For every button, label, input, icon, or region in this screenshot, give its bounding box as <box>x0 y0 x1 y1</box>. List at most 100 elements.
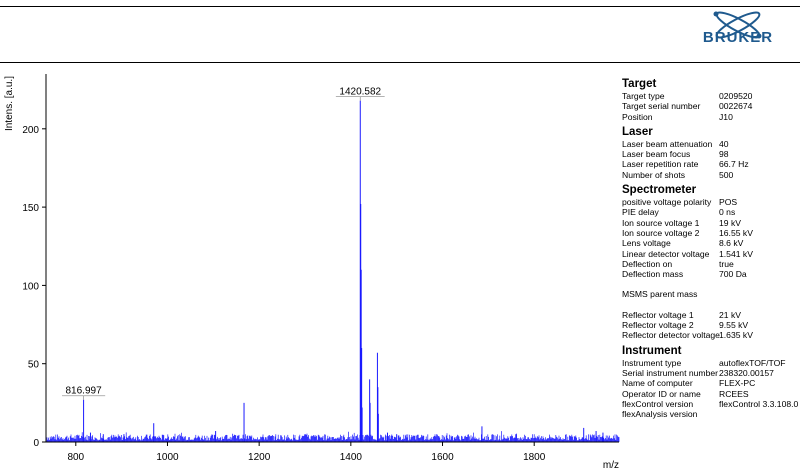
info-value: 0 ns <box>719 207 736 218</box>
info-key: Ion source voltage 2 <box>622 227 700 238</box>
info-value: autoflexTOF/TOF <box>719 357 786 368</box>
y-tick-label: 200 <box>22 125 39 136</box>
info-row: Linear detector voltage 1.541 kV <box>622 249 798 259</box>
info-value: POS <box>719 197 738 208</box>
y-axis-label: Intens. [a.u.] <box>4 76 15 131</box>
info-row: flexAnalysis version <box>622 409 798 419</box>
info-row: Reflector detector voltage 1.635 kV <box>622 330 798 340</box>
info-key: MSMS parent mass <box>622 289 698 300</box>
info-row: Position J10 <box>622 112 798 122</box>
info-key: Laser repetition rate <box>622 159 699 170</box>
info-value: 0209520 <box>719 91 753 101</box>
info-key: flexControl version <box>622 398 694 409</box>
x-tick-label: 1200 <box>248 452 271 463</box>
info-value: RCEES <box>719 388 749 399</box>
info-key: Deflection on <box>622 258 673 269</box>
info-row: Operator ID or name RCEES <box>622 389 798 399</box>
info-value: 16.55 kV <box>719 227 753 238</box>
info-value: 9.55 kV <box>719 320 749 331</box>
peak-label: 816.997 <box>66 386 103 397</box>
info-key: Deflection mass <box>622 269 684 280</box>
info-value: FLEX-PC <box>719 378 756 389</box>
info-row: Name of computer FLEX-PC <box>622 378 798 388</box>
info-value: 500 <box>719 169 734 180</box>
info-key: Position <box>622 111 653 122</box>
info-key: PIE delay <box>622 207 659 218</box>
info-value: 1.635 kV <box>719 330 753 341</box>
info-key: Operator ID or name <box>622 388 701 399</box>
info-section-title: Target <box>622 78 657 90</box>
info-row: Laser beam focus 98 <box>622 149 798 159</box>
info-value: 40 <box>719 138 729 149</box>
y-tick-label: 0 <box>33 438 39 449</box>
info-section-title: Instrument <box>622 344 682 357</box>
y-tick-label: 150 <box>22 203 39 214</box>
info-key: Reflector voltage 2 <box>622 320 694 331</box>
info-value: 238320.00157 <box>719 367 774 378</box>
info-key: Laser beam attenuation <box>622 138 713 149</box>
x-tick-label: 800 <box>67 452 84 463</box>
info-row: flexControl version flexControl 3.3.108.0 <box>622 399 798 409</box>
info-value: 19 kV <box>719 217 741 228</box>
info-value: 21 kV <box>719 309 741 320</box>
info-value: 66.7 Hz <box>719 159 749 170</box>
info-value: true <box>719 258 734 269</box>
info-key: Laser beam focus <box>622 149 691 160</box>
info-row: Ion source voltage 2 16.55 kV <box>622 228 798 238</box>
x-tick-label: 1600 <box>431 452 454 463</box>
y-tick-label: 100 <box>22 281 39 292</box>
info-row: Lens voltage 8.6 kV <box>622 238 798 248</box>
spectrum-noise-trace <box>46 430 620 442</box>
info-value: 98 <box>719 149 729 160</box>
info-row: Laser beam attenuation 40 <box>622 139 798 149</box>
info-row: Target serial number 0022674 <box>622 101 798 111</box>
acquisition-info-panel: Target Target type 0209520 Target serial nu… <box>622 74 798 419</box>
info-value: 8.6 kV <box>719 238 744 249</box>
x-tick-label: 1800 <box>523 452 546 463</box>
info-section-title: Laser <box>622 125 653 138</box>
info-row: Serial instrument number 238320.00157 <box>622 368 798 378</box>
info-row: positive voltage polarity POS <box>622 197 798 207</box>
info-row: Ion source voltage 1 19 kV <box>622 218 798 228</box>
bruker-logo: BRUKER <box>695 6 781 62</box>
info-value: 0022674 <box>719 101 753 112</box>
info-key: Target type <box>622 91 665 101</box>
info-key: Ion source voltage 1 <box>622 217 700 228</box>
info-key: Number of shots <box>622 169 686 180</box>
info-row: Target type 0209520 <box>622 91 798 101</box>
info-key: Linear detector voltage <box>622 248 710 259</box>
info-section-title: Spectrometer <box>622 184 697 197</box>
x-tick-label: 1400 <box>340 452 363 463</box>
info-key: Reflector voltage 1 <box>622 309 694 320</box>
bruker-logo-icon: BRUKER <box>703 11 773 46</box>
info-key: Lens voltage <box>622 238 671 249</box>
info-row: Reflector voltage 1 21 kV <box>622 310 798 320</box>
info-value: flexControl 3.3.108.0 <box>719 398 799 409</box>
info-key: Name of computer <box>622 378 693 389</box>
info-key: Instrument type <box>622 357 682 368</box>
y-tick-label: 50 <box>28 360 40 371</box>
info-key: flexAnalysis version <box>622 409 698 420</box>
info-row: MSMS parent mass <box>622 289 798 299</box>
info-row: Deflection mass 700 Da <box>622 269 798 279</box>
info-row: PIE delay 0 ns <box>622 207 798 217</box>
info-key: Reflector detector voltage <box>622 330 720 341</box>
info-row: Reflector voltage 2 9.55 kV <box>622 320 798 330</box>
info-row: Instrument type autoflexTOF/TOF <box>622 358 798 368</box>
info-key: Serial instrument number <box>622 367 719 378</box>
info-value: J10 <box>719 111 733 122</box>
peak-label: 1420.582 <box>339 87 381 98</box>
x-tick-label: 1000 <box>156 452 179 463</box>
info-key: Target serial number <box>622 101 701 112</box>
mass-spectrum-chart: 0 50 100 150 200 800 1000 1200 1400 1600 1800 Inten… <box>4 74 620 471</box>
info-row: Laser repetition rate 66.7 Hz <box>622 159 798 169</box>
x-axis-label: m/z <box>603 460 619 471</box>
logo-text: BRUKER <box>703 29 773 46</box>
info-value: 700 Da <box>719 269 747 280</box>
info-row: Number of shots 500 <box>622 170 798 180</box>
info-value: 1.541 kV <box>719 248 753 259</box>
info-key: positive voltage polarity <box>622 197 712 208</box>
info-row: Deflection on true <box>622 259 798 269</box>
